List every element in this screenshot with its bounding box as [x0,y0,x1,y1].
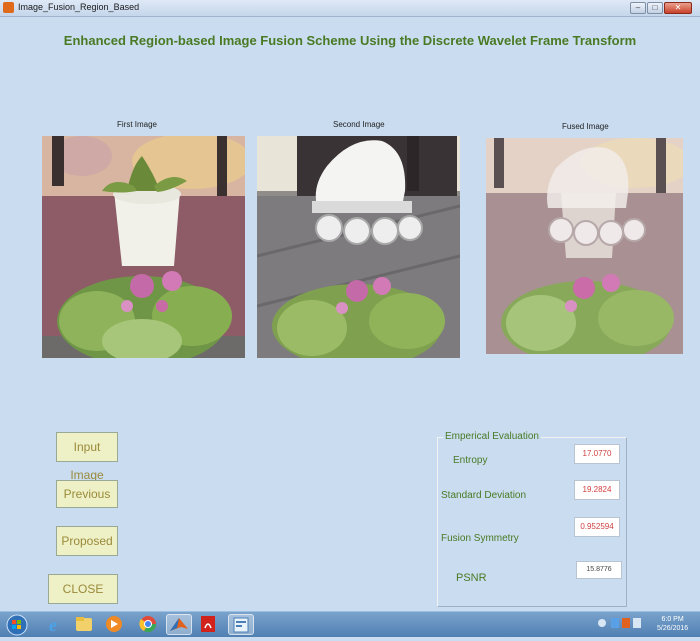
svg-text:e: e [49,615,57,634]
matlab-app-icon [3,2,14,13]
chrome-icon[interactable] [136,614,162,635]
maximize-icon: □ [652,3,658,12]
panel-title: Emperical Evaluation [443,431,541,442]
psnr-label: PSNR [456,572,487,584]
acrobat-icon[interactable] [196,614,222,635]
minimize-button[interactable]: – [630,2,646,14]
maximize-button[interactable]: □ [647,2,663,14]
file-explorer-icon[interactable] [72,614,98,635]
window-titlebar: Image_Fusion_Region_Based – □ ✕ [0,0,700,17]
entropy-label: Entropy [453,455,488,466]
close-icon: ✕ [674,3,682,12]
internet-explorer-icon[interactable]: e [44,614,70,635]
proposed-button[interactable]: Proposed [56,526,118,556]
psnr-value: 15.8776 [576,561,622,579]
network-icon[interactable] [611,618,619,628]
second-image [257,136,460,358]
speaker-icon[interactable] [622,618,630,628]
fusion-symmetry-label: Fusion Symmetry [441,533,519,544]
clock-date: 5/26/2016 [657,625,689,632]
input-image-button[interactable]: Input Image [56,432,118,482]
fusion-symmetry-value: 0.952594 [574,517,620,537]
flag-icon[interactable] [633,618,641,628]
first-image-caption: First Image [117,120,158,129]
start-button[interactable] [6,614,32,636]
fused-image [486,138,683,354]
fused-image-caption: Fused Image [562,122,609,131]
tray-arrow-icon[interactable] [598,619,606,627]
taskbar-clock[interactable]: 6:0 PM 5/26/2016 [657,615,688,633]
window-title: Image_Fusion_Region_Based [18,2,140,12]
close-button[interactable]: CLOSE [48,574,118,604]
previous-button[interactable]: Previous [56,480,118,508]
first-image [42,136,245,358]
page-title: Enhanced Region-based Image Fusion Schem… [63,33,637,48]
std-deviation-label: Standard Deviation [441,490,527,501]
close-window-button[interactable]: ✕ [664,2,692,14]
taskbar: e 6:0 PM 5/26/2016 [0,611,700,637]
std-deviation-value: 19.2824 [574,480,620,500]
media-player-icon[interactable] [102,614,128,635]
entropy-value: 17.0770 [574,444,620,464]
windows-start-icon [6,614,28,636]
clock-time: 6:0 PM [661,616,684,623]
matlab-taskbar-icon[interactable] [166,614,192,635]
app-window-icon[interactable] [228,614,254,635]
minimize-icon: – [635,3,641,12]
second-image-caption: Second Image [333,120,385,129]
